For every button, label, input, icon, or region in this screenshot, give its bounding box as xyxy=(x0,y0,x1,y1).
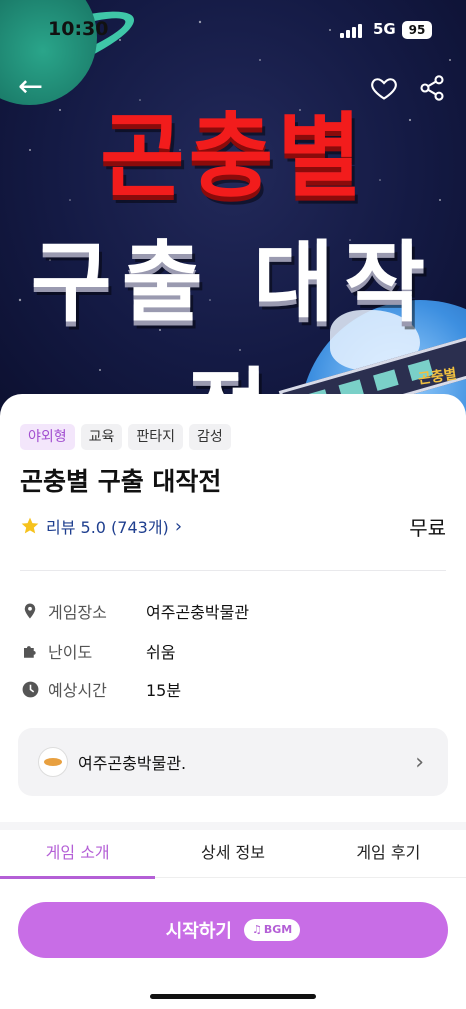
chevron-right-icon: › xyxy=(174,515,183,537)
tab-reviews[interactable]: 게임 후기 xyxy=(311,830,466,877)
hero-title-line2: 구출 대작전 xyxy=(30,231,436,420)
info-row-place: 게임장소 여주곤충박물관 xyxy=(20,598,249,624)
section-gap xyxy=(0,822,466,830)
game-title: 곤충별 구출 대작전 xyxy=(20,467,222,496)
tag: 감성 xyxy=(189,424,231,450)
home-indicator xyxy=(150,994,316,999)
battery-icon: 95 xyxy=(402,21,432,39)
info-label: 난이도 xyxy=(48,643,93,662)
tag-list: 야외형 교육 판타지 감성 xyxy=(20,424,231,450)
share-icon[interactable] xyxy=(418,74,446,102)
signal-icon xyxy=(340,24,366,38)
venue-logo-icon xyxy=(38,747,68,777)
venue-name: 여주곤충박물관. xyxy=(78,754,187,773)
network-label: 5G xyxy=(373,20,396,38)
info-value: 여주곤충박물관 xyxy=(146,603,250,622)
tab-game-intro[interactable]: 게임 소개 xyxy=(0,830,156,879)
start-button[interactable]: 시작하기 ♫ BGM xyxy=(18,902,448,958)
price-label: 무료 xyxy=(409,516,446,540)
clock-icon xyxy=(20,679,40,699)
start-label: 시작하기 xyxy=(165,921,232,942)
divider xyxy=(20,570,446,571)
hero-banner: 곤충별 구출 대작전 곤충별 xyxy=(0,0,466,420)
info-label: 예상시간 xyxy=(48,681,107,700)
info-row-difficulty: 난이도 쉬움 xyxy=(20,638,175,664)
star-icon xyxy=(21,517,39,534)
heart-icon[interactable] xyxy=(370,74,398,102)
arrow-left-icon: ← xyxy=(18,69,44,104)
status-bar: 10:30 5G 95 xyxy=(0,18,466,44)
music-note-icon: ♫ xyxy=(252,923,262,936)
review-link[interactable]: 리뷰 5.0 (743개) › xyxy=(20,514,182,538)
location-pin-icon xyxy=(20,601,40,621)
bgm-label: BGM xyxy=(263,923,293,936)
tag: 야외형 xyxy=(20,424,75,450)
bgm-badge: ♫ BGM xyxy=(244,919,301,941)
info-value: 15분 xyxy=(146,681,182,700)
status-time: 10:30 xyxy=(48,18,109,40)
detail-sheet: 야외형 교육 판타지 감성 곤충별 구출 대작전 리뷰 5.0 (743개) ›… xyxy=(0,394,466,1009)
tab-bar: 게임 소개 상세 정보 게임 후기 xyxy=(0,830,466,879)
chevron-right-icon: › xyxy=(415,749,424,775)
info-label: 게임장소 xyxy=(48,603,107,622)
info-value: 쉬움 xyxy=(146,643,176,662)
venue-card[interactable]: 여주곤충박물관. › xyxy=(18,728,448,796)
review-summary: 리뷰 5.0 (743개) xyxy=(46,518,169,537)
info-row-time: 예상시간 15분 xyxy=(20,676,181,702)
tag: 판타지 xyxy=(128,424,184,450)
back-button[interactable]: ← xyxy=(18,72,43,102)
puzzle-icon xyxy=(20,641,40,661)
tab-details[interactable]: 상세 정보 xyxy=(155,830,310,877)
tag: 교육 xyxy=(80,424,123,450)
